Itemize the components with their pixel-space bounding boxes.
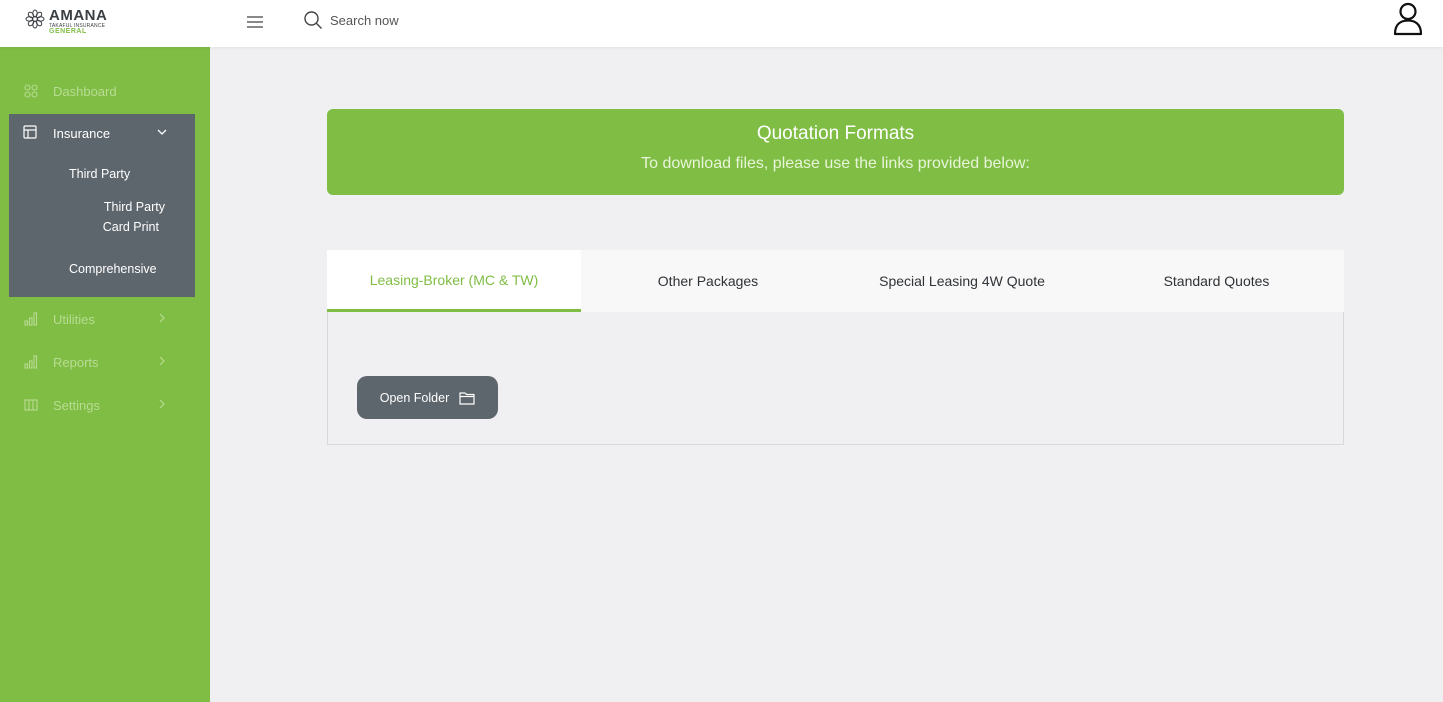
tab-standard-quotes[interactable]: Standard Quotes xyxy=(1089,250,1344,312)
search-input[interactable] xyxy=(330,9,530,31)
chevron-right-icon xyxy=(159,313,165,323)
sidebar-item-label: Dashboard xyxy=(53,83,117,99)
quote-tabs: Leasing-Broker (MC & TW) Other Packages … xyxy=(327,250,1344,312)
user-icon[interactable] xyxy=(1393,2,1423,36)
sidebar-item-settings[interactable]: Settings xyxy=(0,390,210,420)
grid-icon xyxy=(23,83,39,99)
brand-logo[interactable]: AMANA TAKAFUL INSURANCE GENERAL xyxy=(25,7,135,39)
sidebar-subitem-third-party-card-print[interactable]: Third Party Card Print xyxy=(69,196,165,238)
chevron-down-icon xyxy=(157,129,167,135)
banner-subtitle: To download files, please use the links … xyxy=(641,155,1030,172)
chevron-right-icon xyxy=(159,356,165,366)
hamburger-menu-icon[interactable] xyxy=(246,13,264,31)
tab-leasing-broker[interactable]: Leasing-Broker (MC & TW) xyxy=(327,250,581,312)
sidebar-subitem-third-party[interactable]: Third Party xyxy=(69,167,130,181)
top-bar: AMANA TAKAFUL INSURANCE GENERAL xyxy=(0,0,1443,47)
sidebar-insurance-group: Insurance Third Party Third Party Card P… xyxy=(9,114,195,297)
open-folder-label: Open Folder xyxy=(379,390,450,405)
subitem-label-line2: Card Print xyxy=(102,220,159,234)
chevron-right-icon xyxy=(159,399,165,409)
folder-icon xyxy=(459,391,475,405)
sidebar-item-label: Utilities xyxy=(53,311,95,327)
sidebar-item-dashboard[interactable]: Dashboard xyxy=(0,76,210,106)
sidebar-item-insurance[interactable]: Insurance xyxy=(9,114,195,152)
open-folder-button[interactable]: Open Folder xyxy=(357,376,498,419)
sidebar: Dashboard Insurance Third Party Third Pa… xyxy=(0,47,210,702)
tab-other-packages[interactable]: Other Packages xyxy=(581,250,835,312)
sidebar-item-label: Insurance xyxy=(53,125,111,141)
layout-icon xyxy=(23,125,39,141)
sidebar-item-label: Reports xyxy=(53,354,99,370)
columns-icon xyxy=(23,397,39,413)
quotation-banner: Quotation Formats To download files, ple… xyxy=(327,109,1344,195)
sidebar-item-reports[interactable]: Reports xyxy=(0,347,210,377)
bar-chart-icon xyxy=(23,311,39,327)
tab-special-leasing-4w[interactable]: Special Leasing 4W Quote xyxy=(835,250,1089,312)
bar-chart-icon xyxy=(23,354,39,370)
brand-name: AMANA xyxy=(49,7,108,24)
brand-division: GENERAL xyxy=(49,28,87,35)
sidebar-item-utilities[interactable]: Utilities xyxy=(0,304,210,334)
subitem-label-line1: Third Party xyxy=(103,200,165,214)
page-title: Quotation Formats xyxy=(756,123,915,144)
flower-logo-icon xyxy=(25,9,45,29)
sidebar-item-label: Settings xyxy=(53,397,100,413)
sidebar-subitem-comprehensive[interactable]: Comprehensive xyxy=(69,262,157,276)
search-icon[interactable] xyxy=(303,10,323,30)
